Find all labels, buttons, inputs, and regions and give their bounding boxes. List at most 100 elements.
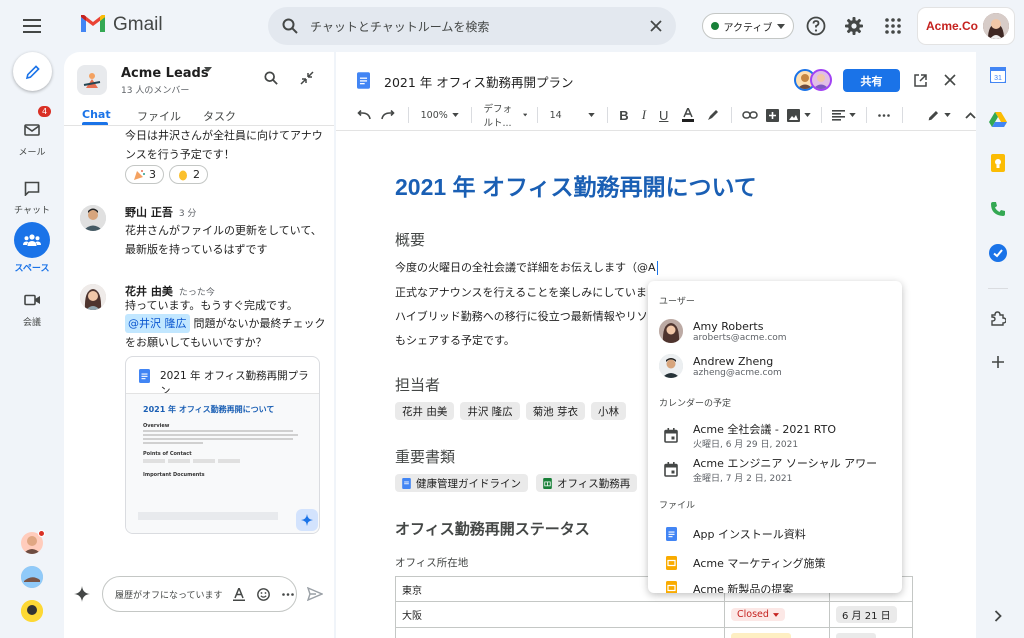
editing-mode-pencil-icon[interactable] [927, 109, 951, 122]
message-composer[interactable]: 履歴がオフになっています [102, 576, 297, 612]
send-icon[interactable] [307, 587, 323, 601]
date-chip[interactable]: 6 月 21 日 [836, 606, 897, 623]
gmail-logo-icon[interactable] [80, 14, 106, 34]
font-size-select[interactable]: 14 [550, 110, 595, 121]
space-menu-chevron-icon[interactable] [204, 67, 212, 72]
suggestion-user[interactable]: Andrew Zheng azheng@acme.com [659, 354, 782, 378]
nav-chat[interactable]: チャット [0, 173, 64, 216]
table-cell[interactable] [829, 627, 913, 638]
add-addon-plus-icon[interactable] [986, 350, 1010, 374]
gemini-sparkle-icon[interactable] [296, 509, 318, 531]
text-color-icon[interactable] [682, 108, 695, 122]
nav-meet[interactable]: 会議 [0, 285, 64, 328]
suggestion-event[interactable]: Acme エンジニア ソーシャル アワー 金曜日, 7 月 2 日, 2021 [659, 455, 877, 484]
nav-spaces[interactable]: スペース [0, 222, 64, 274]
calendar-app-icon[interactable]: 31 [986, 63, 1010, 87]
overview-line[interactable]: ハイブリッド勤務への移行に役立つ最新情報やリソ [395, 308, 648, 324]
section-title-overview[interactable]: 概要 [395, 229, 425, 250]
drive-app-icon[interactable] [986, 108, 1010, 132]
help-icon[interactable] [805, 15, 827, 37]
avatar[interactable] [80, 205, 106, 231]
more-options-icon[interactable] [281, 592, 294, 596]
italic-icon[interactable]: I [642, 107, 646, 123]
user-avatar[interactable] [983, 13, 1009, 39]
apps-grid-icon[interactable] [882, 15, 904, 37]
collapse-toolbar-chevron-up-icon[interactable] [965, 111, 976, 119]
status-dropdown[interactable]: アクティブ [702, 13, 794, 39]
space-avatar-2[interactable] [21, 566, 43, 588]
insert-comment-icon[interactable] [766, 108, 780, 122]
table-cell[interactable]: 大阪 [395, 601, 725, 628]
person-chip[interactable]: 小林 [591, 402, 627, 420]
undo-icon[interactable] [357, 110, 371, 120]
space-name[interactable]: Acme Leads [121, 66, 209, 81]
search-icon[interactable] [282, 18, 298, 34]
doc-heading[interactable]: 2021 年 オフィス勤務再開について [395, 168, 757, 202]
suggestion-file[interactable]: Acme マーケティング施策 [659, 555, 825, 571]
font-select[interactable]: デフォルト... [483, 101, 527, 129]
reaction-chip[interactable]: 3 [125, 165, 164, 184]
collaborator-avatar[interactable] [810, 69, 832, 91]
main-menu-icon[interactable] [20, 14, 44, 38]
align-icon[interactable] [831, 109, 856, 121]
status-dropdown-chip[interactable]: Closed [731, 608, 785, 621]
suggestion-file[interactable]: App インストール資料 [659, 526, 806, 542]
suggestion-file[interactable]: Acme 新製品の提案 [659, 581, 793, 593]
more-options-icon[interactable] [878, 113, 891, 117]
share-button[interactable]: 共有 [843, 69, 900, 92]
settings-gear-icon[interactable] [843, 15, 865, 37]
space-avatar-3[interactable] [21, 600, 43, 622]
overview-line[interactable]: 今度の火曜日の全社会議で詳細をお伝えします（@A [395, 259, 659, 275]
text-format-icon[interactable] [232, 587, 245, 601]
section-title-contacts[interactable]: 担当者 [395, 374, 440, 395]
table-cell[interactable]: Closed [724, 601, 830, 628]
nav-mail[interactable]: 4 メール [0, 106, 64, 158]
suggestion-event[interactable]: Acme 全社会議 - 2021 RTO 火曜日, 6 月 29 日, 2021 [659, 421, 836, 450]
doc-attachment-card[interactable]: 2021 年 オフィス勤務再開プラン 2021 年 オフィス勤務再開について O… [125, 356, 320, 534]
account-switcher[interactable]: Acme.Co [918, 8, 1014, 44]
insert-image-icon[interactable] [787, 108, 811, 122]
open-in-new-icon[interactable] [914, 74, 927, 87]
gemini-sparkle-icon[interactable] [74, 586, 90, 602]
search-input[interactable]: チャットとチャットルームを検索 [310, 18, 489, 35]
meet-phone-app-icon[interactable] [986, 197, 1010, 221]
bold-icon[interactable]: B [619, 108, 628, 123]
table-cell[interactable] [395, 627, 725, 638]
overview-line[interactable]: もシェアする予定です。 [395, 332, 515, 348]
table-cell[interactable]: 6 月 21 日 [829, 601, 913, 628]
redo-icon[interactable] [381, 110, 395, 120]
link-icon[interactable] [742, 111, 758, 119]
overview-line[interactable]: 正式なアナウンスを行えることを楽しみにしていま [395, 284, 647, 300]
underline-icon[interactable]: U [659, 108, 668, 123]
space-search-icon[interactable] [264, 71, 278, 85]
composer-input[interactable]: 履歴がオフになっています [115, 588, 223, 601]
person-chip[interactable]: 花井 由美 [395, 402, 455, 420]
clear-search-icon[interactable] [650, 20, 662, 32]
document-title[interactable]: 2021 年 オフィス勤務再開プラン [384, 72, 574, 91]
table-cell[interactable] [724, 627, 830, 638]
keep-app-icon[interactable] [986, 151, 1010, 175]
suggestion-user[interactable]: Amy Roberts aroberts@acme.com [659, 319, 787, 343]
emoji-icon[interactable] [256, 587, 270, 601]
search-bar[interactable]: チャットとチャットルームを検索 [268, 7, 676, 45]
tab-files[interactable]: ファイル [137, 108, 181, 124]
user-mention-chip[interactable]: @井沢 隆広 [125, 314, 190, 333]
compose-button[interactable] [13, 52, 52, 91]
table-caption[interactable]: オフィス所在地 [395, 555, 468, 570]
person-chip[interactable]: 菊池 芽衣 [525, 402, 586, 420]
file-chip[interactable]: 健康管理ガイドライン [395, 474, 528, 492]
tasks-app-icon[interactable] [986, 241, 1010, 265]
tab-tasks[interactable]: タスク [203, 108, 236, 124]
status-dropdown-chip[interactable] [731, 633, 791, 638]
collapse-icon[interactable] [300, 71, 314, 85]
highlighter-icon[interactable] [706, 109, 719, 122]
reaction-chip[interactable]: 2 [169, 165, 208, 184]
addons-puzzle-icon[interactable] [986, 306, 1010, 330]
avatar[interactable] [80, 284, 106, 310]
tab-chat[interactable]: Chat [82, 108, 111, 121]
sender-name[interactable]: 野山 正吾 [125, 204, 173, 220]
zoom-select[interactable]: 100% [421, 110, 459, 121]
date-chip[interactable] [836, 633, 876, 638]
person-chip[interactable]: 井沢 隆広 [460, 402, 520, 420]
close-icon[interactable] [944, 74, 956, 86]
